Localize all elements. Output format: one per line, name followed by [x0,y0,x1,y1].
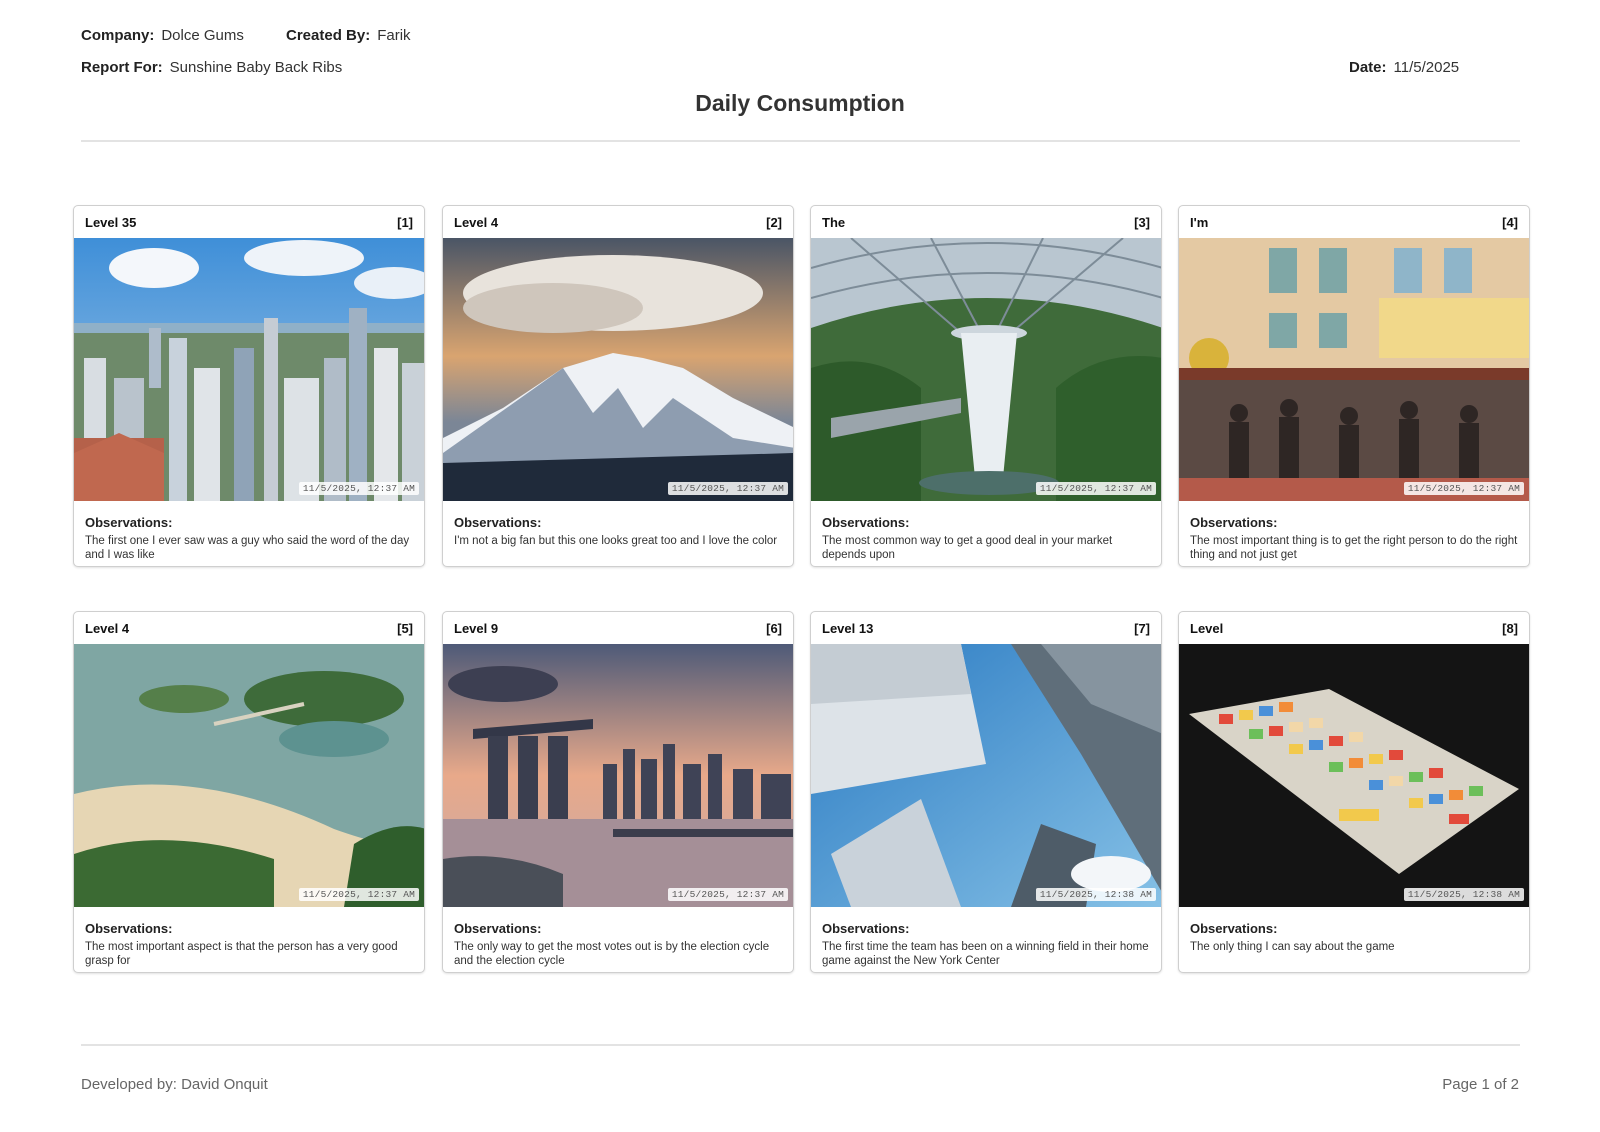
photo-card[interactable]: Level 13 [7] 11/5/2025, 12:38 AM Observa… [810,611,1162,973]
card-title: Level 13 [822,620,874,636]
card-photo[interactable]: 11/5/2025, 12:38 AM [1179,644,1529,907]
card-photo[interactable]: 11/5/2025, 12:37 AM [74,238,424,501]
card-header: The [3] [811,206,1161,238]
observations-text: I'm not a big fan but this one looks gre… [454,535,778,547]
card-header: I'm [4] [1179,206,1529,238]
photo-card[interactable]: The [3] 11/5/2025, 12:37 AM Observations… [810,205,1162,567]
observations-text: The first one I ever saw was a guy who s… [85,535,410,561]
observations-label: Observations: [85,515,173,530]
observations-text: The most common way to get a good deal i… [822,535,1113,561]
observations-section: Observations: The most important aspect … [74,907,424,968]
photo-timestamp: 11/5/2025, 12:38 AM [1403,888,1524,901]
photo-timestamp: 11/5/2025, 12:38 AM [1035,888,1156,901]
report-for-value: Sunshine Baby Back Ribs [169,59,343,76]
card-title: Level 4 [454,214,499,230]
card-index: [1] [397,214,413,230]
card-header: Level 4 [5] [74,612,424,644]
card-title: Level 9 [454,620,499,636]
observations-label: Observations: [822,921,910,936]
observations-section: Observations: I'm not a big fan but this… [443,501,793,549]
observations-text: The only thing I can say about the game [1190,941,1395,953]
observations-text: The most important aspect is that the pe… [85,941,398,967]
singapore-skyline-photo [74,238,424,501]
card-header: Level [8] [1179,612,1529,644]
photo-timestamp: 11/5/2025, 12:37 AM [667,888,788,901]
report-for-field: Report For: Sunshine Baby Back Ribs [81,59,342,76]
observations-section: Observations: The most important thing i… [1179,501,1529,562]
observations-section: Observations: The first time the team ha… [811,907,1161,968]
date-value: 11/5/2025 [1393,59,1460,76]
photo-timestamp: 11/5/2025, 12:37 AM [298,888,419,901]
card-title: Level 35 [85,214,137,230]
card-photo[interactable]: 11/5/2025, 12:37 AM [443,644,793,907]
card-index: [2] [766,214,782,230]
company-field: Company: Dolce Gums [81,27,244,44]
observations-text: The only way to get the most votes out i… [454,941,770,967]
header-divider [81,140,1520,142]
card-title: Level [1190,620,1224,636]
observations-section: Observations: The only thing I can say a… [1179,907,1529,955]
date-field: Date: 11/5/2025 [1349,59,1459,76]
observations-label: Observations: [822,515,910,530]
card-index: [3] [1134,214,1150,230]
company-value: Dolce Gums [161,27,244,44]
observations-section: Observations: The first one I ever saw w… [74,501,424,562]
observations-label: Observations: [454,921,542,936]
photo-timestamp: 11/5/2025, 12:37 AM [1403,482,1524,495]
photo-card[interactable]: Level 9 [6] 11/5/2025, 12:37 AM Observat… [442,611,794,973]
company-label: Company: [81,27,155,44]
observations-text: The first time the team has been on a wi… [822,941,1149,967]
card-header: Level 35 [1] [74,206,424,238]
chinatown-street-photo [1179,238,1529,501]
card-index: [7] [1134,620,1150,636]
photo-card[interactable]: Level 4 [5] 11/5/2025, 12:37 AM Observat… [73,611,425,973]
developed-by: Developed by: David Onquit [81,1076,268,1093]
card-index: [5] [397,620,413,636]
photo-card[interactable]: Level [8] 11/5/2025, 12:38 AM Observatio… [1178,611,1530,973]
skyscrapers-upward-photo [811,644,1161,907]
observations-text: The most important thing is to get the r… [1190,535,1518,561]
photo-card[interactable]: Level 35 [1] 11/5/2025, 12:37 AM Observa… [73,205,425,567]
report-for-label: Report For: [81,59,163,76]
card-index: [8] [1502,620,1518,636]
created-by-label: Created By: [286,27,371,44]
photo-timestamp: 11/5/2025, 12:37 AM [298,482,419,495]
card-photo[interactable]: 11/5/2025, 12:37 AM [1179,238,1529,501]
photo-card[interactable]: I'm [4] 11/5/2025, 12:37 AM Observations… [1178,205,1530,567]
observations-label: Observations: [1190,921,1278,936]
card-header: Level 4 [2] [443,206,793,238]
observations-section: Observations: The most common way to get… [811,501,1161,562]
photo-timestamp: 11/5/2025, 12:37 AM [1035,482,1156,495]
observations-label: Observations: [1190,515,1278,530]
page-title: Daily Consumption [695,90,905,116]
created-by-field: Created By: Farik [286,27,411,44]
island-beach-photo [74,644,424,907]
observations-label: Observations: [454,515,542,530]
card-title: The [822,214,846,230]
colorful-keyboard-photo [1179,644,1529,907]
photo-card[interactable]: Level 4 [2] 11/5/2025, 12:37 AM Observat… [442,205,794,567]
marina-bay-sunset-photo [443,644,793,907]
date-label: Date: [1349,59,1387,76]
observations-section: Observations: The only way to get the mo… [443,907,793,968]
page-indicator: Page 1 of 2 [1442,1076,1519,1093]
card-photo[interactable]: 11/5/2025, 12:37 AM [74,644,424,907]
card-title: Level 4 [85,620,130,636]
observations-label: Observations: [85,921,173,936]
card-title: I'm [1190,214,1209,230]
created-by-value: Farik [377,27,411,44]
card-index: [6] [766,620,782,636]
photo-timestamp: 11/5/2025, 12:37 AM [667,482,788,495]
card-photo[interactable]: 11/5/2025, 12:37 AM [811,238,1161,501]
card-index: [4] [1502,214,1518,230]
indoor-waterfall-photo [811,238,1161,501]
card-header: Level 9 [6] [443,612,793,644]
snowy-mountain-photo [443,238,793,501]
card-photo[interactable]: 11/5/2025, 12:38 AM [811,644,1161,907]
card-photo[interactable]: 11/5/2025, 12:37 AM [443,238,793,501]
footer-divider [81,1044,1520,1046]
card-header: Level 13 [7] [811,612,1161,644]
